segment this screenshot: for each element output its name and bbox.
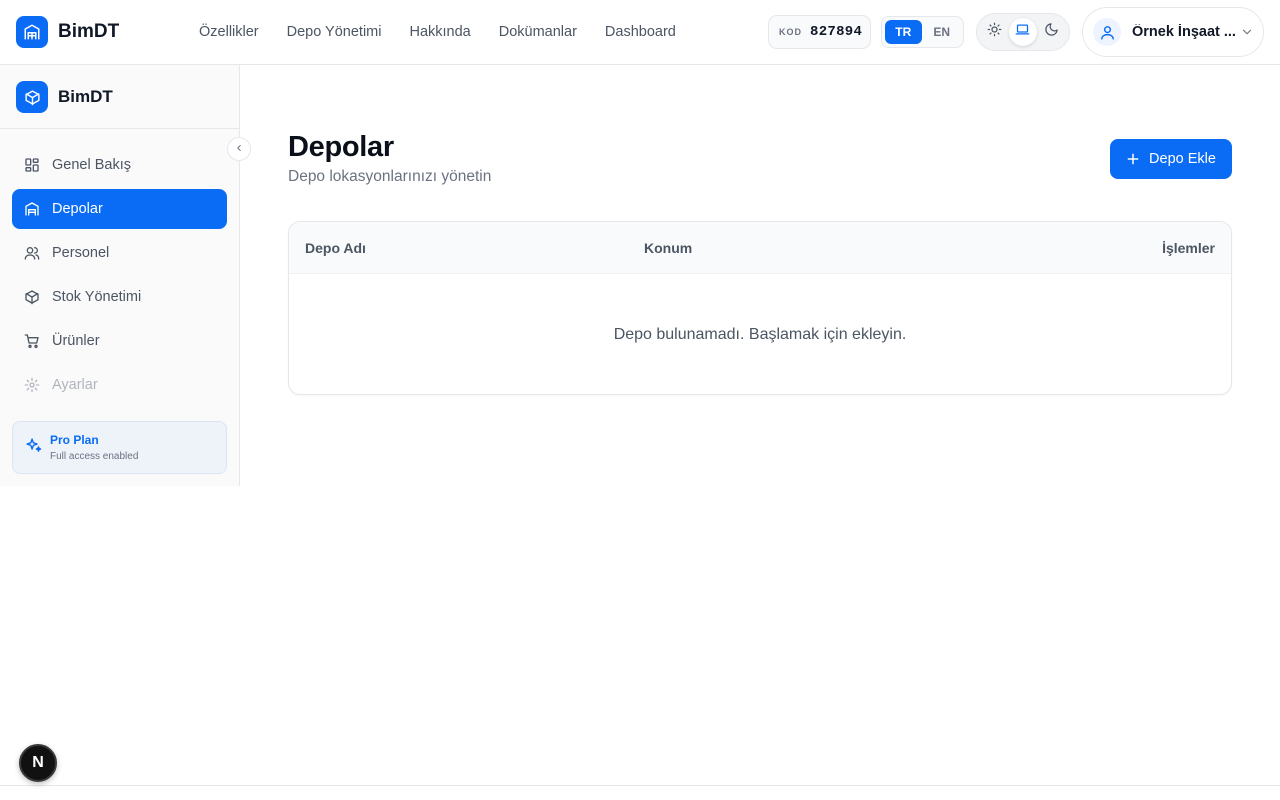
column-header-location: Konum xyxy=(644,240,693,256)
sidebar-item-settings[interactable]: Ayarlar xyxy=(12,365,227,405)
theme-switcher xyxy=(976,13,1070,51)
company-code-label: KOD xyxy=(779,27,802,37)
users-icon xyxy=(24,245,40,261)
page-subtitle: Depo lokasyonlarınızı yönetin xyxy=(288,168,492,185)
sidebar-menu: Genel Bakış Depolar Personel Stok Yöneti… xyxy=(12,145,227,409)
add-warehouse-button[interactable]: Depo Ekle xyxy=(1110,139,1232,179)
add-warehouse-label: Depo Ekle xyxy=(1149,151,1216,167)
language-en-button[interactable]: EN xyxy=(924,20,961,44)
laptop-icon xyxy=(1015,22,1030,42)
footer-divider xyxy=(0,785,1280,786)
sidebar-item-label: Depolar xyxy=(52,201,103,217)
light-theme-button[interactable] xyxy=(981,18,1008,46)
sidebar-brand-name: BimDT xyxy=(58,87,113,106)
sun-icon xyxy=(987,22,1002,42)
dev-tools-badge[interactable]: N xyxy=(19,744,57,782)
nav-link-features[interactable]: Özellikler xyxy=(199,21,259,43)
brand-logo-link[interactable]: BimDT xyxy=(16,16,119,48)
settings-icon xyxy=(24,377,40,393)
system-theme-button[interactable] xyxy=(1009,18,1037,46)
sidebar-item-label: Genel Bakış xyxy=(52,157,131,173)
user-menu-button[interactable]: Örnek İnşaat ... xyxy=(1082,7,1264,57)
warehouses-table: Depo Adı Konum İşlemler Depo bulunamadı.… xyxy=(288,221,1232,395)
user-icon xyxy=(1093,18,1121,46)
chevron-left-icon xyxy=(234,140,244,158)
sidebar-item-warehouses[interactable]: Depolar xyxy=(12,189,227,229)
nav-link-warehouse-management[interactable]: Depo Yönetimi xyxy=(287,21,382,43)
page-title: Depolar xyxy=(288,131,394,163)
chevron-down-icon xyxy=(1240,25,1254,39)
plan-subtitle: Full access enabled xyxy=(50,450,139,462)
warehouse-logo-icon xyxy=(16,16,48,48)
sidebar-collapse-button[interactable] xyxy=(227,137,251,161)
sidebar: BimDT Genel Bakış Depolar Personel Stok … xyxy=(0,65,251,486)
sidebar-item-products[interactable]: Ürünler xyxy=(12,321,227,361)
nav-link-about[interactable]: Hakkında xyxy=(409,21,470,43)
moon-icon xyxy=(1044,22,1059,42)
column-header-name: Depo Adı xyxy=(305,240,366,256)
sparkles-icon xyxy=(25,437,42,459)
warehouse-icon xyxy=(24,201,40,217)
nav-link-docs[interactable]: Dokümanlar xyxy=(499,21,577,43)
main-nav: Özellikler Depo Yönetimi Hakkında Doküma… xyxy=(199,21,704,43)
brand-name: BimDT xyxy=(58,21,120,42)
empty-state-message: Depo bulunamadı. Başlamak için ekleyin. xyxy=(613,326,907,343)
top-navbar: BimDT Özellikler Depo Yönetimi Hakkında … xyxy=(0,0,1280,65)
sidebar-item-stock[interactable]: Stok Yönetimi xyxy=(12,277,227,317)
package-icon xyxy=(24,289,40,305)
dark-theme-button[interactable] xyxy=(1038,18,1065,46)
sidebar-item-staff[interactable]: Personel xyxy=(12,233,227,273)
company-code-badge[interactable]: KOD 827894 xyxy=(768,15,871,49)
sidebar-item-label: Personel xyxy=(52,245,110,261)
table-header: Depo Adı Konum İşlemler xyxy=(289,222,1231,274)
sidebar-brand[interactable]: BimDT xyxy=(16,81,113,113)
plan-card: Pro Plan Full access enabled xyxy=(12,421,227,474)
language-tr-button[interactable]: TR xyxy=(885,20,922,44)
company-code-value: 827894 xyxy=(810,24,863,40)
plan-title: Pro Plan xyxy=(50,432,99,447)
sidebar-item-overview[interactable]: Genel Bakış xyxy=(12,145,227,185)
language-switcher: TR EN xyxy=(881,16,964,48)
box-logo-icon xyxy=(16,81,48,113)
sidebar-item-label: Stok Yönetimi xyxy=(52,289,142,305)
sidebar-item-label: Ürünler xyxy=(52,333,100,349)
shopping-cart-icon xyxy=(24,333,40,349)
sidebar-divider xyxy=(0,128,239,129)
dev-tools-badge-label: N xyxy=(32,754,44,771)
dashboard-grid-icon xyxy=(24,157,40,173)
user-name: Örnek İnşaat ... xyxy=(1132,24,1236,40)
sidebar-item-label: Ayarlar xyxy=(52,377,98,393)
plus-icon xyxy=(1126,152,1140,166)
nav-link-dashboard[interactable]: Dashboard xyxy=(605,21,676,43)
column-header-actions: İşlemler xyxy=(1162,240,1215,256)
